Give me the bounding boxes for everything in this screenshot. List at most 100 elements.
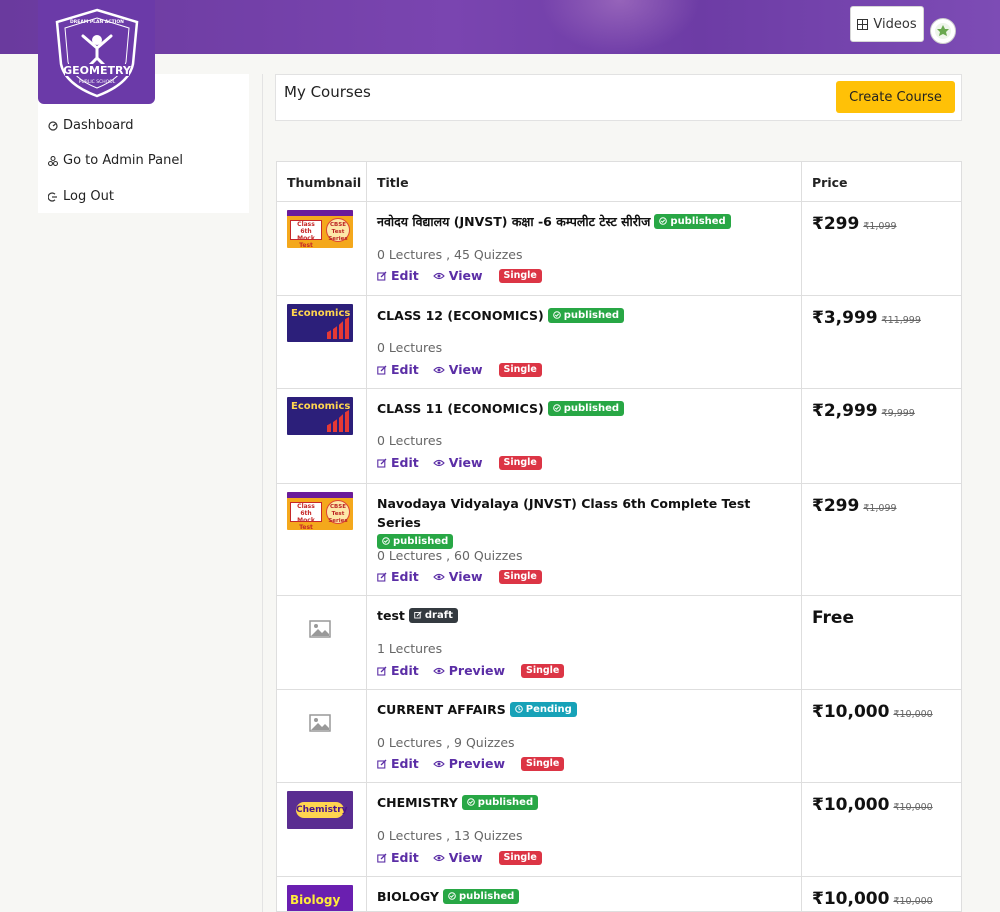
price-original: ₹10,000 — [893, 709, 933, 720]
courses-table: Thumbnail Title Price Class 6th Mock Test… — [276, 161, 962, 912]
price-original: ₹1,099 — [863, 503, 897, 514]
course-type-badge: Single — [498, 455, 542, 470]
edit-link[interactable]: Edit — [377, 268, 419, 283]
course-title: test draft — [377, 606, 797, 625]
course-thumbnail[interactable]: Class 6th Mock Test CBSE Test Series — [287, 210, 353, 248]
sidebar-item-dashboard[interactable]: Dashboard — [48, 118, 134, 133]
sidebar-item-label: Dashboard — [63, 118, 134, 133]
edit-link[interactable]: Edit — [377, 362, 419, 377]
logo-bottom-text: PUBLIC SCHOOL — [78, 79, 115, 85]
price-original: ₹1,099 — [863, 221, 897, 232]
avatar-icon — [935, 23, 951, 39]
sidebar-item-admin-panel[interactable]: Go to Admin Panel — [48, 153, 183, 168]
price-current: ₹2,999 — [812, 401, 878, 421]
edit-icon — [377, 271, 387, 281]
view-link[interactable]: View — [432, 455, 483, 470]
edit-link[interactable]: Edit — [377, 569, 419, 584]
course-meta: 0 Lectures , 13 Quizzes — [377, 828, 523, 843]
thumbnail-tag: Class 6th Mock Test — [290, 502, 322, 530]
eye-icon — [432, 573, 445, 580]
thumbnail-strip — [287, 210, 353, 216]
header-title: Title — [377, 175, 409, 190]
course-thumbnail[interactable]: Chemistry — [287, 791, 353, 829]
course-actions: Edit View Single — [377, 850, 542, 865]
status-badge: Pending — [509, 701, 577, 717]
course-thumbnail[interactable]: Biology — [287, 885, 353, 911]
course-actions: Edit View Single — [377, 362, 542, 377]
status-badge: draft — [408, 607, 458, 623]
view-link[interactable]: View — [432, 569, 483, 584]
clock-icon — [514, 705, 523, 713]
price-current: ₹299 — [812, 496, 860, 516]
course-actions: Edit View Single — [377, 268, 542, 283]
check-circle-icon — [448, 892, 456, 900]
course-thumbnail[interactable]: Class 6th Mock Test CBSE Test Series — [287, 492, 353, 530]
course-meta: 0 Lectures , 45 Quizzes — [377, 247, 523, 262]
edit-icon — [377, 365, 387, 375]
user-avatar[interactable] — [930, 18, 956, 44]
school-logo[interactable]: GEOMETRY DREAM PLAN ACTION PUBLIC SCHOOL — [38, 0, 155, 104]
course-title: BIOLOGY published — [377, 887, 797, 906]
view-link[interactable]: View — [432, 850, 483, 865]
gauge-icon — [48, 120, 58, 131]
table-row: Class 6th Mock Test CBSE Test Series Navo… — [277, 484, 961, 596]
table-row: Economics CLASS 12 (ECONOMICS) published … — [277, 296, 961, 389]
course-actions: Edit View Single — [377, 455, 542, 470]
edit-link[interactable]: Edit — [377, 756, 419, 771]
view-link[interactable]: View — [432, 268, 483, 283]
course-price: ₹2,999 ₹9,999 — [812, 401, 915, 421]
header-thumbnail: Thumbnail — [287, 175, 362, 190]
create-course-button[interactable]: Create Course — [836, 81, 955, 113]
price-current: ₹299 — [812, 214, 860, 234]
status-badge: published — [547, 307, 625, 323]
course-price: ₹299 ₹1,099 — [812, 496, 897, 516]
view-link[interactable]: View — [432, 362, 483, 377]
logo-top-text: DREAM PLAN ACTION — [70, 19, 124, 25]
course-thumbnail[interactable]: Economics — [287, 304, 353, 342]
table-header: Thumbnail Title Price — [277, 162, 961, 202]
thumbnail-word: Chemistry — [296, 802, 348, 818]
edit-link[interactable]: Edit — [377, 455, 419, 470]
course-price: ₹10,000 ₹10,000 — [812, 889, 933, 909]
edit-link[interactable]: Edit — [377, 850, 419, 865]
thumbnail-tag: Class 6th Mock Test — [290, 220, 322, 248]
course-meta: 0 Lectures — [377, 340, 443, 355]
table-row: Economics CLASS 11 (ECONOMICS) published … — [277, 389, 961, 484]
course-type-badge: Single — [521, 756, 565, 771]
thumbnail-word: Economics — [291, 401, 351, 412]
sidebar-item-logout[interactable]: Log Out — [48, 189, 114, 204]
table-row: Biology BIOLOGY published ₹10,000 ₹10,000 — [277, 877, 961, 911]
price-current: ₹10,000 — [812, 889, 890, 909]
eye-icon — [432, 272, 445, 279]
eye-icon — [432, 459, 445, 466]
status-badge: published — [547, 400, 625, 416]
edit-icon — [377, 759, 387, 769]
logout-icon — [48, 191, 57, 202]
logo-main-text: GEOMETRY — [63, 64, 132, 77]
eye-icon — [432, 760, 445, 767]
edit-link[interactable]: Edit — [377, 663, 419, 678]
course-thumbnail[interactable] — [287, 704, 353, 742]
course-actions: Edit Preview Single — [377, 756, 565, 771]
videos-label: Videos — [873, 16, 917, 32]
course-title: CLASS 11 (ECONOMICS) published — [377, 399, 797, 418]
course-thumbnail[interactable]: Economics — [287, 397, 353, 435]
price-current: Free — [812, 608, 854, 628]
price-original: ₹11,999 — [881, 315, 921, 326]
image-placeholder-icon — [309, 620, 331, 638]
edit-icon — [414, 611, 422, 619]
thumbnail-word: Biology — [290, 893, 341, 907]
price-original: ₹10,000 — [893, 802, 933, 813]
eye-icon — [432, 854, 445, 861]
course-type-badge: Single — [521, 663, 565, 678]
sidebar-item-label: Log Out — [63, 189, 114, 204]
sidebar-item-label: Go to Admin Panel — [63, 153, 183, 168]
course-actions: Edit Preview Single — [377, 663, 565, 678]
admin-icon — [48, 155, 58, 166]
thumbnail-badge: CBSE Test Series — [326, 218, 350, 242]
preview-link[interactable]: Preview — [432, 663, 505, 678]
videos-button[interactable]: Videos — [850, 6, 924, 42]
course-price: ₹10,000 ₹10,000 — [812, 795, 933, 815]
preview-link[interactable]: Preview — [432, 756, 505, 771]
course-thumbnail[interactable] — [287, 610, 353, 648]
